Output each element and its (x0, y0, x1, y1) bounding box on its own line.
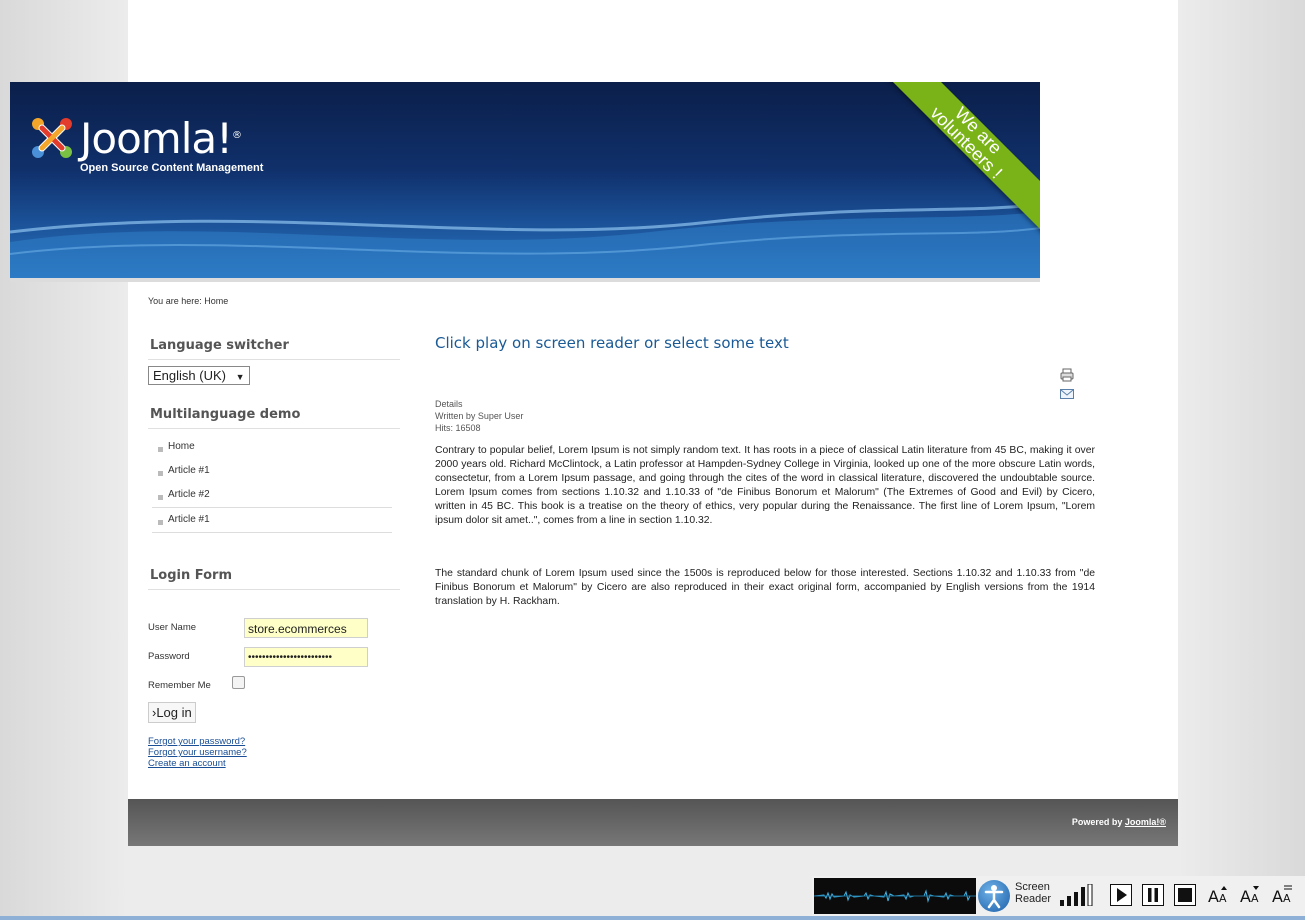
password-label: Password (148, 651, 190, 662)
screen-reader-toolbar: Screen Reader A A A A A A (812, 876, 1305, 916)
accessibility-person-icon[interactable] (978, 880, 1010, 912)
svg-text:A: A (1219, 892, 1227, 905)
language-select-value: English (UK) (153, 368, 226, 383)
article-paragraph-2: The standard chunk of Lorem Ipsum used s… (435, 568, 1095, 607)
svg-text:A: A (1251, 892, 1259, 905)
remember-me-checkbox[interactable] (232, 676, 245, 689)
details-label: Details (435, 399, 463, 409)
article-details: Details Written by Super User Hits: 1650… (435, 398, 523, 434)
svg-text:A: A (1208, 887, 1219, 906)
forgot-username-link[interactable]: Forgot your username? (148, 747, 247, 758)
breadcrumb: You are here: Home (148, 296, 229, 306)
screen-reader-label: Screen Reader (1015, 881, 1051, 905)
written-by: Written by Super User (435, 411, 524, 421)
login-button[interactable]: ›Log in (148, 702, 196, 723)
screen-reader-label-line1: Screen (1015, 881, 1050, 893)
article-title: Click play on screen reader or select so… (435, 334, 789, 352)
bullet-icon (158, 471, 163, 476)
increase-font-icon[interactable]: A A (1208, 884, 1230, 906)
email-icon[interactable] (1060, 388, 1074, 400)
language-select[interactable]: English (UK) ▼ (148, 366, 250, 385)
hits-count: Hits: 16508 (435, 423, 481, 433)
svg-text:A: A (1283, 892, 1291, 905)
menu-item-article-2[interactable]: Article #2 (152, 483, 392, 507)
menu-item-article-1[interactable]: Article #1 (152, 459, 392, 483)
reset-font-icon[interactable]: A A (1272, 884, 1294, 906)
play-icon[interactable] (1110, 884, 1132, 906)
stop-icon[interactable] (1174, 884, 1196, 906)
print-icon[interactable] (1060, 368, 1074, 382)
svg-text:A: A (1272, 887, 1283, 906)
menu-item-article-1-alt[interactable]: Article #1 (152, 507, 392, 533)
svg-text:A: A (1240, 887, 1251, 906)
menu-item-label: Article #1 (168, 465, 210, 476)
dropdown-arrow-icon: ▼ (235, 372, 245, 382)
menu-item-label: Article #2 (168, 489, 210, 500)
article-content: Click play on screen reader or select so… (435, 334, 1095, 607)
waveform-graphic (814, 889, 976, 903)
pause-icon[interactable] (1142, 884, 1164, 906)
page-body: You are here: Home Language switcher Eng… (128, 0, 1178, 846)
joomla-footer-link[interactable]: Joomla!® (1125, 817, 1166, 827)
article-icons (1060, 368, 1095, 405)
username-label: User Name (148, 622, 197, 633)
powered-by-label: Powered by (1071, 817, 1125, 827)
menu-item-home[interactable]: Home (152, 435, 392, 459)
powered-by: Powered by Joomla!® (1072, 817, 1166, 827)
login-form-title: Login Form (148, 560, 400, 590)
menu-item-label: Article #1 (168, 514, 210, 525)
decrease-font-icon[interactable]: A A (1240, 884, 1262, 906)
sidebar: Language switcher English (UK) ▼ Multila… (148, 330, 400, 533)
password-input[interactable]: •••••••••••••••••••••••• (244, 647, 368, 667)
screen-reader-label-line2: Reader (1015, 893, 1052, 905)
remember-me-label: Remember Me (148, 680, 211, 691)
bullet-icon (158, 520, 163, 525)
taskbar-edge (0, 916, 1305, 920)
article-paragraph-1: Contrary to popular belief, Lorem Ipsum … (435, 445, 1095, 526)
username-input[interactable]: store.ecommerces (244, 618, 368, 638)
multilanguage-menu: Home Article #1 Article #2 Article #1 (152, 435, 392, 533)
accessibility-figure (984, 885, 1004, 909)
volume-level-icon[interactable] (1058, 884, 1102, 906)
bullet-icon (158, 495, 163, 500)
joomla-logo-icon (32, 118, 72, 158)
forgot-password-link[interactable]: Forgot your password? (148, 736, 245, 747)
create-account-link[interactable]: Create an account (148, 758, 226, 769)
site-footer: Powered by Joomla!® (128, 799, 1178, 846)
language-switcher-title: Language switcher (148, 330, 400, 360)
multilanguage-demo-title: Multilanguage demo (148, 399, 400, 429)
audio-waveform (814, 878, 976, 914)
bullet-icon (158, 447, 163, 452)
menu-item-label: Home (168, 441, 195, 452)
login-module: Login Form User Name store.ecommerces Pa… (148, 560, 400, 769)
